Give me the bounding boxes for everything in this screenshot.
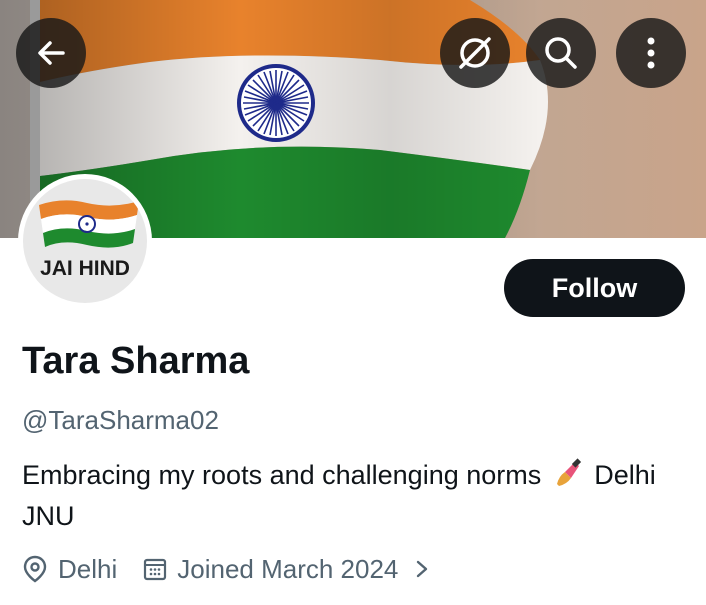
search-button[interactable] bbox=[526, 18, 596, 88]
joined-item[interactable]: Joined March 2024 bbox=[143, 554, 432, 585]
profile-bio: Embracing my roots and challenging norms… bbox=[22, 457, 692, 535]
joined-text: Joined March 2024 bbox=[177, 553, 399, 584]
grok-icon bbox=[459, 37, 491, 69]
more-button[interactable] bbox=[616, 18, 686, 88]
avatar[interactable]: JAI HIND bbox=[18, 174, 152, 308]
more-vertical-icon bbox=[647, 37, 655, 69]
avatar-image: JAI HIND bbox=[23, 179, 147, 303]
location-item: Delhi bbox=[22, 554, 117, 585]
flag-brush-icon bbox=[39, 200, 139, 248]
location-pin-icon bbox=[23, 555, 47, 583]
back-button[interactable] bbox=[16, 18, 86, 88]
profile-name: Tara Sharma bbox=[22, 340, 250, 382]
grok-button[interactable] bbox=[440, 18, 510, 88]
profile-handle: @TaraSharma02 bbox=[22, 405, 219, 435]
location-text: Delhi bbox=[58, 553, 118, 584]
back-arrow-icon bbox=[38, 41, 65, 65]
avatar-text: JAI HIND bbox=[40, 257, 130, 280]
follow-button[interactable]: Follow bbox=[504, 259, 685, 317]
bio-text: Embracing my roots and challenging norms bbox=[22, 460, 542, 490]
search-icon bbox=[545, 37, 577, 69]
profile-meta: Delhi Joined March 2024 bbox=[22, 552, 432, 586]
nail-polish-emoji-icon bbox=[553, 458, 583, 498]
chevron-right-icon[interactable] bbox=[412, 557, 432, 581]
calendar-icon bbox=[144, 558, 167, 581]
